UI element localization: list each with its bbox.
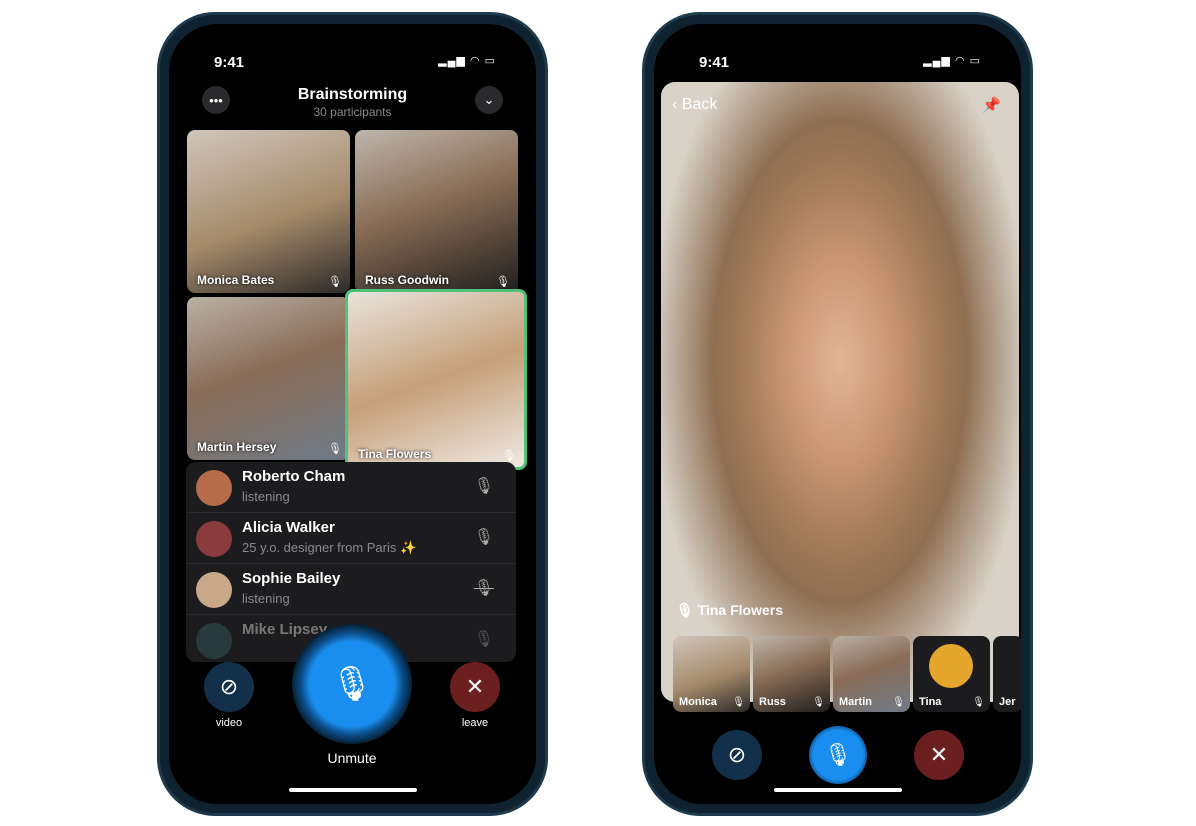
tile-name: Russ Goodwin [365, 273, 449, 287]
participant-status: 25 y.o. designer from Paris ✨ [242, 540, 417, 555]
speaker-label: 🎙 Tina Flowers [676, 602, 783, 619]
list-item[interactable]: Alicia Walker 25 y.o. designer from Paris… [186, 513, 516, 564]
mic-icon: 🎙 [473, 529, 494, 546]
screen: 9:41 ▂▄▆ ◠ ▭ ‹ Back 📌 🎙 Tina Flowers Mon… [654, 24, 1021, 804]
avatar [196, 572, 232, 608]
home-indicator [773, 788, 902, 792]
avatar [196, 470, 232, 506]
participant-count: 30 participants [313, 105, 392, 119]
status-time: 9:41 [214, 54, 245, 71]
thumbnail[interactable]: Monica 🎙 [673, 636, 750, 712]
avatar [196, 521, 232, 557]
chevron-left-icon: ‹ [672, 96, 682, 113]
leave-button[interactable]: ✕ [450, 662, 500, 712]
leave-label: leave [461, 717, 489, 729]
video-off-icon: ⊘ [727, 742, 747, 767]
participant-name: Roberto Cham [242, 468, 346, 485]
thumbnail-name: Martin [839, 696, 872, 708]
participant-name: Mike Lipsey [242, 621, 328, 638]
close-icon: ✕ [929, 742, 949, 767]
video-tile[interactable]: Russ Goodwin 🎙 [355, 130, 518, 293]
mic-icon: 🎙 [496, 276, 510, 288]
video-tile[interactable]: Monica Bates 🎙 [187, 130, 350, 293]
participant-name: Alicia Walker [242, 519, 335, 536]
participant-status: listening [242, 489, 290, 504]
mic-icon: 🎙 [502, 450, 516, 462]
thumbnail[interactable]: Jer [993, 636, 1021, 712]
mic-muted-icon: 🎙 [473, 580, 494, 597]
avatar [196, 623, 232, 659]
video-tile-speaking[interactable]: Tina Flowers 🎙 [345, 289, 527, 470]
tile-name: Monica Bates [197, 273, 275, 287]
tile-name: Martin Hersey [197, 440, 277, 454]
pin-icon[interactable]: 📌 [982, 96, 1001, 114]
mic-icon: 🎙 [473, 478, 494, 495]
video-off-icon: ⊘ [219, 674, 239, 699]
video-button[interactable]: ⊘ [712, 730, 762, 780]
mic-icon: 🎙 [972, 697, 985, 708]
back-button[interactable]: ‹ Back [672, 96, 717, 114]
list-item[interactable]: Roberto Cham listening 🎙 [186, 462, 516, 513]
home-indicator [288, 788, 417, 792]
back-label: Back [681, 96, 718, 113]
unmute-label: Unmute [327, 750, 377, 766]
video-label: video [215, 717, 243, 729]
thumbnail-name: Jer [999, 696, 1016, 708]
unmute-button[interactable]: 🎙 [292, 624, 412, 744]
status-time: 9:41 [699, 54, 730, 71]
thumbnail[interactable]: Russ 🎙 [753, 636, 830, 712]
thumbnail-name: Monica [679, 696, 717, 708]
thumbnail[interactable]: Martin 🎙 [833, 636, 910, 712]
avatar [929, 644, 973, 688]
mic-icon: 🎙 [328, 276, 342, 288]
video-button[interactable]: ⊘ [204, 662, 254, 712]
status-icons: ▂▄▆ ◠ ▭ [438, 55, 496, 67]
leave-button[interactable]: ✕ [914, 730, 964, 780]
thumbnail[interactable]: Tina 🎙 [913, 636, 990, 712]
speaker-name: Tina Flowers [697, 602, 783, 618]
screen: 9:41 ▂▄▆ ◠ ▭ ••• ⌄ Brainstorming 30 part… [169, 24, 536, 804]
list-item[interactable]: Sophie Bailey listening 🎙 [186, 564, 516, 615]
mic-icon: 🎙 [676, 602, 698, 618]
phone-fullscreen-video: 9:41 ▂▄▆ ◠ ▭ ‹ Back 📌 🎙 Tina Flowers Mon… [642, 12, 1033, 816]
mic-icon: 🎙 [328, 443, 342, 455]
mic-icon: 🎙 [473, 631, 494, 648]
tile-name: Tina Flowers [358, 447, 432, 461]
video-tile[interactable]: Martin Hersey 🎙 [187, 297, 350, 460]
close-icon: ✕ [465, 674, 485, 699]
mic-icon: 🎙 [892, 697, 905, 708]
participant-status: listening [242, 591, 290, 606]
phone-group-call: 9:41 ▂▄▆ ◠ ▭ ••• ⌄ Brainstorming 30 part… [157, 12, 548, 816]
mic-muted-icon: 🎙 [330, 665, 374, 703]
mic-muted-icon: 🎙 [824, 742, 852, 767]
mic-icon: 🎙 [732, 697, 745, 708]
thumbnail-name: Russ [759, 696, 786, 708]
mic-icon: 🎙 [812, 697, 825, 708]
thumbnail-name: Tina [919, 696, 942, 708]
call-title: Brainstorming [297, 86, 408, 103]
unmute-button[interactable]: 🎙 [809, 726, 867, 784]
status-icons: ▂▄▆ ◠ ▭ [923, 55, 981, 67]
participant-name: Sophie Bailey [242, 570, 341, 587]
